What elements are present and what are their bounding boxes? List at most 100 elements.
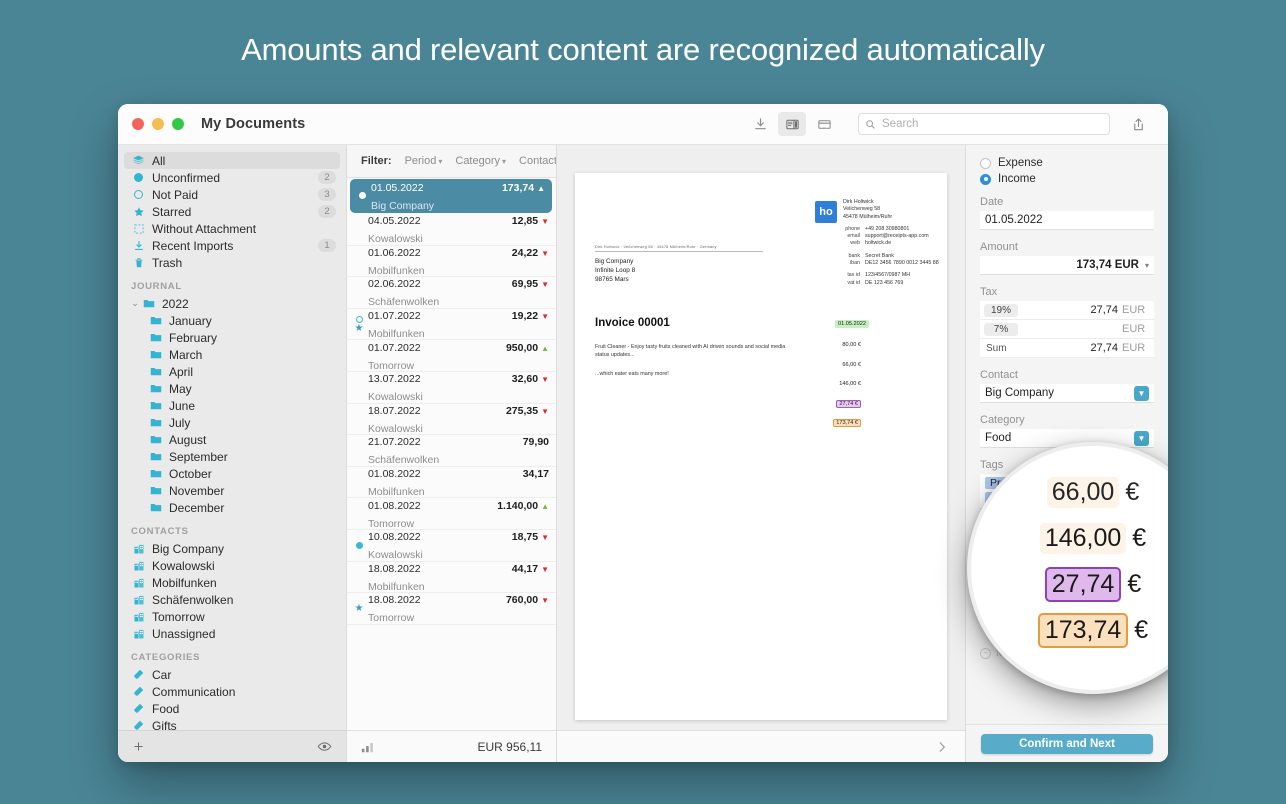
row-amount: 12,85 bbox=[512, 215, 538, 227]
sidebar-item-label: June bbox=[164, 399, 336, 413]
chevron-down-icon[interactable]: ⌄ bbox=[130, 298, 140, 309]
radio-income-icon[interactable] bbox=[980, 174, 991, 185]
chevron-down-icon[interactable]: ▼ bbox=[1134, 431, 1149, 446]
plus-icon[interactable] bbox=[132, 740, 145, 753]
split-view-icon[interactable] bbox=[778, 112, 806, 136]
table-row[interactable]: 02.06.202269,95▼Schäfenwolken bbox=[347, 277, 556, 309]
sidebar-item-label: August bbox=[164, 433, 336, 447]
table-row[interactable]: 13.07.202232,60▼Kowalowski bbox=[347, 372, 556, 404]
sidebar-item-month-february[interactable]: February bbox=[118, 329, 346, 346]
radio-expense-icon[interactable] bbox=[980, 158, 991, 169]
sidebar-group-journal: JOURNAL bbox=[118, 271, 346, 295]
amount-field[interactable]: 173,74 EUR ▾ bbox=[980, 256, 1154, 275]
date-field[interactable]: 01.05.2022 bbox=[980, 211, 1154, 230]
type-income-option[interactable]: Income bbox=[980, 173, 1154, 185]
sidebar-item-month-october[interactable]: October bbox=[118, 465, 346, 482]
share-icon[interactable] bbox=[1124, 112, 1152, 136]
sidebar-item-contact-kowalowski[interactable]: Kowalowski bbox=[118, 557, 346, 574]
contact-label: Contact bbox=[980, 369, 1154, 381]
table-row[interactable]: 21.07.202279,90Schäfenwolken bbox=[347, 435, 556, 467]
table-row[interactable]: ★18.08.2022760,00▼Tomorrow bbox=[347, 593, 556, 625]
list-view-icon[interactable] bbox=[810, 112, 838, 136]
sidebar-item-month-march[interactable]: March bbox=[118, 346, 346, 363]
table-row[interactable]: ★01.07.202219,22▼Mobilfunken bbox=[347, 309, 556, 341]
sidebar-item-without-attachment[interactable]: Without Attachment bbox=[118, 220, 346, 237]
amount-dropdown-icon[interactable]: ▾ bbox=[1145, 261, 1149, 270]
table-row[interactable]: 01.08.20221.140,00▲Tomorrow bbox=[347, 498, 556, 530]
invoice-line-description: Fruit Cleaner - Enjoy tasty fruits clean… bbox=[595, 343, 795, 378]
sidebar-item-month-november[interactable]: November bbox=[118, 482, 346, 499]
bank-label: bank bbox=[843, 253, 865, 260]
sender-street: Veilchenweg 58 bbox=[843, 206, 939, 213]
contact-field[interactable]: Big Company ▼ bbox=[980, 384, 1154, 403]
table-row[interactable]: 01.08.202234,17Mobilfunken bbox=[347, 467, 556, 499]
minimize-button[interactable] bbox=[152, 118, 164, 130]
type-income-label: Income bbox=[998, 173, 1036, 185]
sidebar-item-not-paid[interactable]: Not Paid 3 bbox=[118, 186, 346, 203]
sidebar-item-all[interactable]: All bbox=[124, 152, 340, 169]
sidebar-item-contact-tomorrow[interactable]: Tomorrow bbox=[118, 608, 346, 625]
table-row[interactable]: 18.07.2022275,35▼Kowalowski bbox=[347, 404, 556, 436]
sidebar-item-starred[interactable]: Starred 2 bbox=[118, 203, 346, 220]
sidebar-item-month-july[interactable]: July bbox=[118, 414, 346, 431]
sidebar-item-recent-imports[interactable]: Recent Imports 1 bbox=[118, 237, 346, 254]
sidebar-item-category-food[interactable]: Food bbox=[118, 700, 346, 717]
confirm-and-next-button[interactable]: Confirm and Next bbox=[981, 734, 1153, 754]
sidebar-item-label: Tomorrow bbox=[147, 610, 336, 624]
zoom-button[interactable] bbox=[172, 118, 184, 130]
chevron-down-icon[interactable]: ▼ bbox=[1134, 386, 1149, 401]
tax-row[interactable]: 19%27,74EUR bbox=[980, 301, 1154, 320]
magnified-amount-unit: € bbox=[1132, 524, 1146, 553]
table-row[interactable]: 04.05.202212,85▼Kowalowski bbox=[347, 214, 556, 246]
amount-down-icon: ▼ bbox=[541, 375, 549, 384]
chevron-right-icon[interactable] bbox=[935, 740, 949, 754]
sidebar-item-category-car[interactable]: Car bbox=[118, 666, 346, 683]
type-expense-option[interactable]: Expense bbox=[980, 157, 1154, 169]
search-input[interactable]: Search bbox=[858, 113, 1110, 135]
sidebar-item-month-may[interactable]: May bbox=[118, 380, 346, 397]
row-status-marks bbox=[350, 542, 368, 549]
sidebar-item-category-communication[interactable]: Communication bbox=[118, 683, 346, 700]
filter-category[interactable]: Category▾ bbox=[455, 155, 506, 167]
sidebar-item-contact-unassigned[interactable]: Unassigned bbox=[118, 625, 346, 642]
sidebar-item-contact-mobilfunken[interactable]: Mobilfunken bbox=[118, 574, 346, 591]
tax-row[interactable]: 7%EUR bbox=[980, 320, 1154, 339]
list-footer: EUR 956,11 bbox=[347, 730, 556, 762]
sidebar-scroll[interactable]: All Unconfirmed 2 Not Paid 3 bbox=[118, 145, 346, 730]
sidebar-item-month-april[interactable]: April bbox=[118, 363, 346, 380]
sidebar-item-month-december[interactable]: December bbox=[118, 499, 346, 516]
magnified-amount-row: 146,00€ bbox=[998, 517, 1168, 559]
sidebar-item-trash[interactable]: Trash bbox=[118, 254, 346, 271]
table-row[interactable]: 01.07.2022950,00▲Tomorrow bbox=[347, 340, 556, 372]
sidebar-item-label: Unconfirmed bbox=[147, 171, 318, 185]
invoice-amount: 80,00 € bbox=[813, 341, 861, 349]
bar-chart-icon[interactable] bbox=[361, 741, 375, 753]
close-button[interactable] bbox=[132, 118, 144, 130]
table-row[interactable]: 10.08.202218,75▼Kowalowski bbox=[347, 530, 556, 562]
filter-period[interactable]: Period▾ bbox=[405, 155, 443, 167]
sidebar-item-month-august[interactable]: August bbox=[118, 431, 346, 448]
table-row[interactable]: 01.06.202224,22▼Mobilfunken bbox=[347, 246, 556, 278]
document-list[interactable]: 01.05.2022173,74▲Big Company04.05.202212… bbox=[347, 178, 556, 730]
sidebar-item-month-september[interactable]: September bbox=[118, 448, 346, 465]
sidebar-item-month-june[interactable]: June bbox=[118, 397, 346, 414]
sidebar-contact-list: Big CompanyKowalowskiMobilfunkenSchäfenw… bbox=[118, 540, 346, 642]
invoice-desc-2: ...which eater eats many more! bbox=[595, 370, 795, 378]
sidebar-item-year-2022[interactable]: ⌄ 2022 bbox=[118, 295, 346, 312]
sidebar-item-contact-big-company[interactable]: Big Company bbox=[118, 540, 346, 557]
table-row[interactable]: 18.08.202244,17▼Mobilfunken bbox=[347, 562, 556, 594]
sidebar-item-category-gifts[interactable]: Gifts bbox=[118, 717, 346, 730]
import-icon[interactable] bbox=[746, 112, 774, 136]
web-value: holtwick.de bbox=[865, 240, 891, 247]
sidebar-item-unconfirmed[interactable]: Unconfirmed 2 bbox=[118, 169, 346, 186]
filter-contact[interactable]: Contact▾ bbox=[519, 155, 556, 167]
tax-row[interactable]: Sum27,74EUR bbox=[980, 339, 1154, 358]
row-amount: 173,74 bbox=[502, 182, 534, 194]
sidebar-item-month-january[interactable]: January bbox=[118, 312, 346, 329]
document-page[interactable]: ho Dirk Holtwick Veilchenweg 58 45478 Mü… bbox=[575, 173, 947, 720]
eye-icon[interactable] bbox=[317, 739, 332, 754]
sidebar-item-contact-schäfenwolken[interactable]: Schäfenwolken bbox=[118, 591, 346, 608]
table-row[interactable]: 01.05.2022173,74▲Big Company bbox=[350, 179, 552, 213]
sidebar-item-label: March bbox=[164, 348, 336, 362]
traffic-lights bbox=[118, 118, 184, 130]
